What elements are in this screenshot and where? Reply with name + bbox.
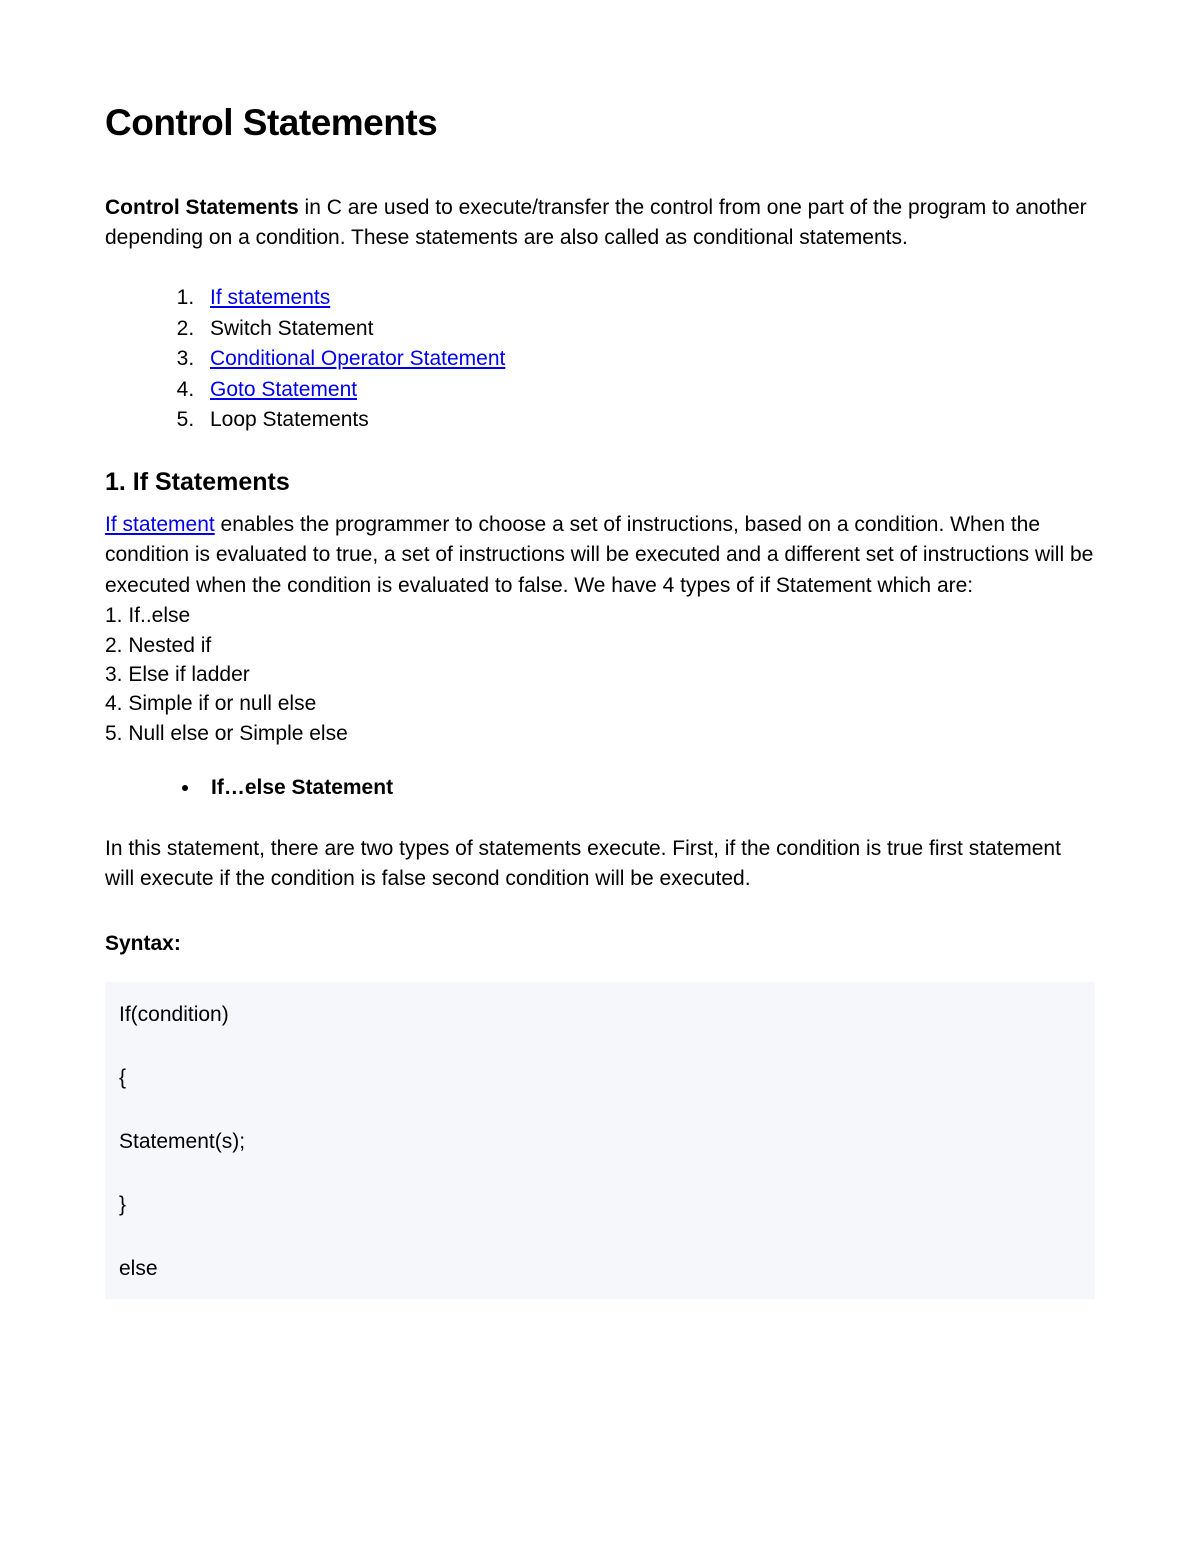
toc-item-4: Goto Statement <box>200 375 1095 404</box>
if-type-2: 2. Nested if <box>105 631 1095 660</box>
if-type-4: 4. Simple if or null else <box>105 689 1095 718</box>
toc-link-goto[interactable]: Goto Statement <box>210 378 357 401</box>
section-heading-if-statements: 1. If Statements <box>105 464 1095 502</box>
syntax-code-block: If(condition) { Statement(s); } else <box>105 982 1095 1299</box>
if-statement-link[interactable]: If statement <box>105 513 215 536</box>
if-statements-body: If statement enables the programmer to c… <box>105 510 1095 601</box>
code-line-2: { <box>119 1063 1081 1092</box>
toc-link-conditional-operator[interactable]: Conditional Operator Statement <box>210 347 505 370</box>
if-else-bullet-list: If…else Statement <box>105 772 1095 804</box>
syntax-label: Syntax: <box>105 928 1095 960</box>
toc-list: If statements Switch Statement Condition… <box>105 283 1095 434</box>
toc-item-1: If statements <box>200 283 1095 312</box>
code-line-3: Statement(s); <box>119 1127 1081 1156</box>
if-type-1: 1. If..else <box>105 601 1095 630</box>
toc-item-3: Conditional Operator Statement <box>200 344 1095 373</box>
code-line-1: If(condition) <box>119 1000 1081 1029</box>
toc-link-if-statements[interactable]: If statements <box>210 286 330 309</box>
intro-paragraph: Control Statements in C are used to exec… <box>105 193 1095 254</box>
toc-item-2: Switch Statement <box>200 314 1095 343</box>
if-types-list: 1. If..else 2. Nested if 3. Else if ladd… <box>105 601 1095 748</box>
toc-text-loop: Loop Statements <box>210 408 369 431</box>
page-title: Control Statements <box>105 95 1095 151</box>
if-type-5: 5. Null else or Simple else <box>105 719 1095 748</box>
code-line-4: } <box>119 1190 1081 1219</box>
toc-item-5: Loop Statements <box>200 405 1095 434</box>
intro-bold: Control Statements <box>105 196 299 219</box>
if-else-description: In this statement, there are two types o… <box>105 834 1095 895</box>
toc-text-switch: Switch Statement <box>210 317 373 340</box>
if-else-bullet: If…else Statement <box>201 772 1095 804</box>
if-statements-rest: enables the programmer to choose a set o… <box>105 513 1093 597</box>
if-type-3: 3. Else if ladder <box>105 660 1095 689</box>
code-line-5: else <box>119 1254 1081 1283</box>
